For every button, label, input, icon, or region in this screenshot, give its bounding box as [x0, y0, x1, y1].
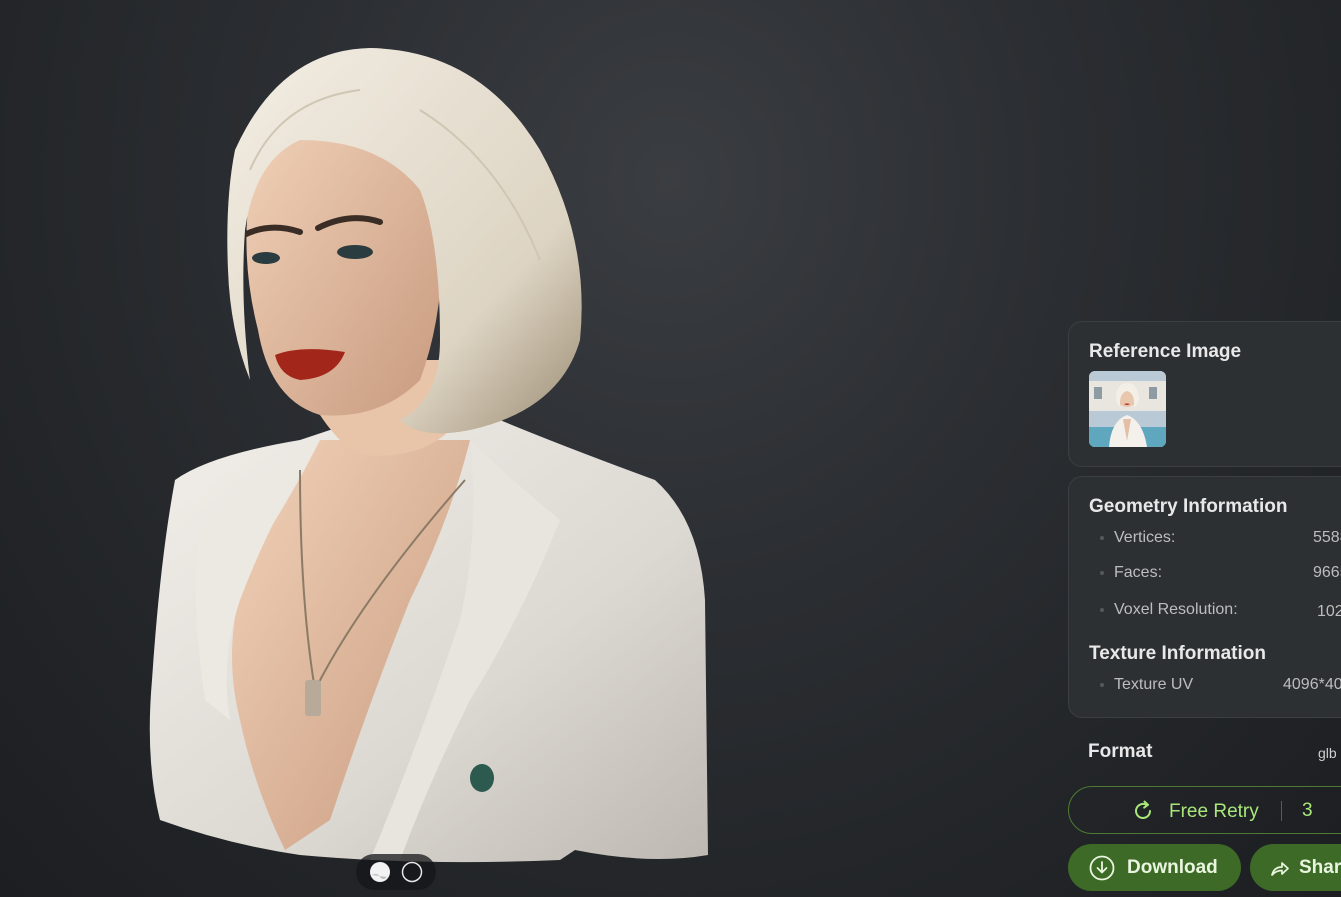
- format-value[interactable]: glb: [1318, 745, 1337, 761]
- download-icon: [1089, 855, 1115, 881]
- textured-mode-button[interactable]: [368, 860, 392, 884]
- bullet-dot: [1100, 571, 1104, 575]
- model-viewport[interactable]: [0, 0, 1060, 897]
- voxel-resolution-label: Voxel Resolution:: [1114, 601, 1238, 618]
- geometry-info-card: Geometry Information Vertices: 55888 Fac…: [1068, 476, 1341, 718]
- texture-uv-row: Texture UV 4096*4096: [1089, 674, 1341, 696]
- share-icon: [1271, 862, 1289, 876]
- bullet-dot: [1100, 608, 1104, 612]
- refresh-icon: [1135, 800, 1151, 819]
- retry-count: 3: [1302, 800, 1313, 821]
- wireframe-sphere-icon: [401, 861, 423, 883]
- model-render[interactable]: [0, 0, 1060, 897]
- download-button[interactable]: Download: [1068, 844, 1241, 891]
- texture-info-title: Texture Information: [1089, 643, 1266, 664]
- texture-uv-value: 4096*4096: [1283, 676, 1341, 693]
- format-label: Format: [1088, 741, 1153, 762]
- faces-label: Faces:: [1114, 564, 1163, 581]
- texture-uv-label: Texture UV: [1114, 676, 1194, 693]
- reference-image-card: Reference Image: [1068, 321, 1341, 467]
- reference-image-title: Reference Image: [1089, 341, 1242, 362]
- textured-sphere-icon: [370, 862, 390, 882]
- bullet-dot: [1100, 536, 1104, 540]
- reference-thumbnail[interactable]: [1089, 371, 1166, 447]
- voxel-resolution-row: Voxel Resolution: 1024P: [1089, 599, 1341, 621]
- share-button[interactable]: Share: [1250, 844, 1341, 891]
- view-mode-toggle: [356, 854, 436, 890]
- faces-value: 96656: [1313, 564, 1341, 581]
- share-label: Share: [1299, 857, 1341, 878]
- free-retry-button[interactable]: Free Retry 3: [1068, 786, 1341, 834]
- reference-image: [1089, 371, 1166, 447]
- wireframe-mode-button[interactable]: [400, 860, 424, 884]
- download-label: Download: [1127, 857, 1218, 878]
- geometry-info-title: Geometry Information: [1089, 496, 1288, 517]
- vertices-label: Vertices:: [1114, 529, 1176, 546]
- vertices-row: Vertices: 55888: [1089, 527, 1341, 549]
- free-retry-label: Free Retry: [1169, 801, 1259, 822]
- retry-divider: [1281, 801, 1282, 821]
- voxel-resolution-value: 1024P: [1317, 603, 1341, 620]
- bullet-dot: [1100, 683, 1104, 687]
- vertices-value: 55888: [1313, 529, 1341, 546]
- faces-row: Faces: 96656: [1089, 562, 1341, 584]
